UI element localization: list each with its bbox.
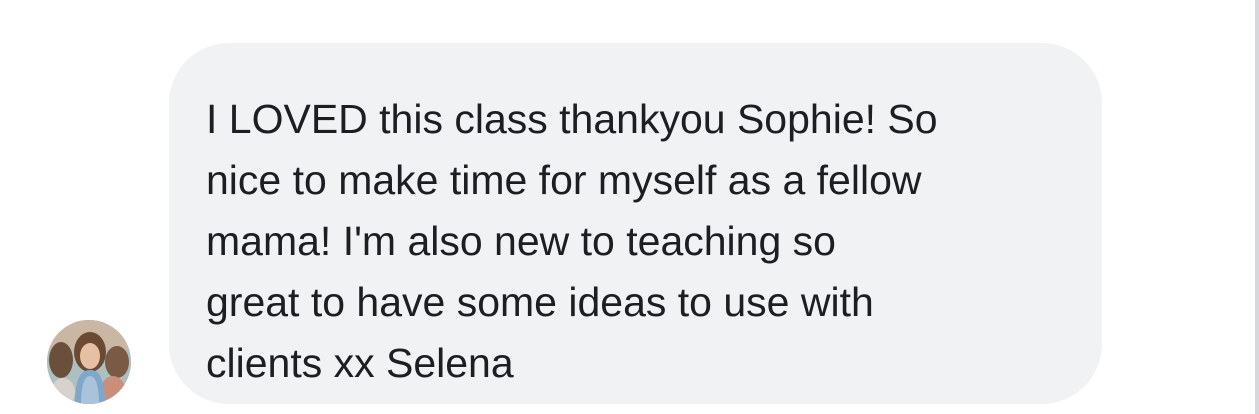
profile-photo-icon <box>47 320 131 404</box>
message-line: mama! I'm also new to teaching so <box>206 218 836 264</box>
sender-avatar[interactable] <box>47 320 131 404</box>
message-line: I LOVED this class thankyou Sophie! So <box>206 96 938 142</box>
message-line: clients xx Selena <box>206 340 514 386</box>
message-bubble[interactable]: I LOVED this class thankyou Sophie! So n… <box>169 43 1102 404</box>
window-edge <box>1255 0 1259 414</box>
message-line: nice to make time for myself as a fellow <box>206 157 922 203</box>
message-line: great to have some ideas to use with <box>206 279 874 325</box>
